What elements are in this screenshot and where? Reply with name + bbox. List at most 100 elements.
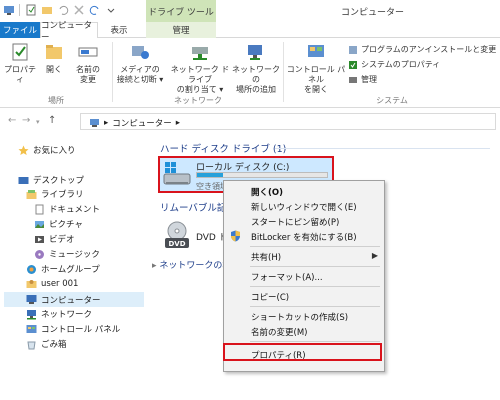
tab-manage[interactable]: 管理 (146, 22, 216, 38)
uninstall-icon (349, 45, 357, 54)
menu-item-create-shortcut[interactable]: ショートカットの作成(S) (251, 311, 348, 323)
picture-icon (34, 219, 45, 230)
open-icon (43, 41, 65, 63)
disk-usage-bar (196, 172, 328, 178)
svg-text:DVD: DVD (168, 240, 185, 248)
network-group: メディアの 接続と切断 ▾ ネットワーク ドライブ の割り当て ▾ ネットワーク… (113, 38, 283, 108)
tab-file[interactable]: ファイル (0, 22, 40, 38)
menu-separator (250, 341, 380, 342)
manage-label: 管理 (361, 75, 377, 84)
add-network-location-button[interactable]: ネットワークの 場所の追加 (231, 41, 281, 95)
menu-item-copy[interactable]: コピー(C) (251, 291, 289, 303)
uninstall-program-button[interactable]: プログラムのアンインストールと変更 (348, 44, 496, 55)
nav-item-documents[interactable]: ドキュメント (34, 203, 100, 215)
control-panel-icon (26, 324, 37, 335)
history-chevron-icon[interactable]: ▾ (36, 118, 40, 126)
path-input[interactable]: ▸ コンピューター ▸ (80, 113, 496, 130)
nav-item-label: ごみ箱 (41, 340, 67, 350)
nav-item-videos[interactable]: ビデオ (34, 233, 75, 245)
network-group-label: ネットワーク (174, 96, 222, 105)
star-icon (18, 145, 29, 156)
nav-item-control-panel[interactable]: コントロール パネル (26, 323, 120, 335)
hard-drive-icon (163, 162, 191, 185)
desktop-icon (18, 175, 29, 186)
computer-icon[interactable] (2, 3, 15, 16)
rename-button[interactable]: 名前の 変更 (70, 41, 106, 85)
recycle-bin-icon (26, 339, 37, 350)
menu-item-share[interactable]: 共有(H) (251, 251, 281, 263)
breadcrumb-computer[interactable]: コンピューター (112, 117, 172, 129)
media-label-1: メディアの (120, 65, 160, 74)
new-folder-icon[interactable] (40, 3, 53, 16)
nav-item-pictures[interactable]: ピクチャ (34, 218, 83, 230)
system-group: コントロール パネル を開く プログラムのアンインストールと変更 システムのプロ… (284, 38, 500, 108)
menu-item-format[interactable]: フォーマット(A)... (251, 271, 323, 283)
menu-item-pin-start[interactable]: スタートにピン留め(P) (251, 216, 339, 228)
system-properties-button[interactable]: システムのプロパティ (348, 59, 440, 70)
delete-icon[interactable] (72, 3, 85, 16)
nav-item-favorites[interactable]: お気に入り (18, 144, 76, 156)
control-panel-icon (305, 41, 327, 63)
menu-item-rename[interactable]: 名前の変更(M) (251, 326, 307, 338)
control-panel-label-2: を開く (304, 85, 328, 94)
up-icon[interactable]: ↑ (48, 115, 56, 126)
map-network-drive-button[interactable]: ネットワーク ドライブ の割り当て ▾ (167, 41, 233, 95)
submenu-arrow-icon: ▶ (371, 251, 378, 260)
nav-item-label: ドキュメント (49, 205, 101, 215)
library-icon (26, 189, 37, 200)
nav-item-recycle-bin[interactable]: ごみ箱 (26, 338, 67, 350)
properties-icon[interactable] (24, 3, 37, 16)
undo-icon[interactable] (56, 3, 69, 16)
location-group: プロパティ 開く 名前の 変更 場所 (0, 38, 112, 108)
nav-item-homegroup[interactable]: ホームグループ (26, 263, 100, 275)
dvd-drive-icon: DVD (165, 221, 189, 248)
properties-label: プロパティ (4, 65, 36, 84)
nav-item-label: ミュージック (49, 250, 100, 260)
ribbon: プロパティ 開く 名前の 変更 場所 メディアの 接続と切断 ▾ ネットワーク … (0, 38, 500, 108)
properties-button[interactable]: プロパティ (4, 41, 36, 85)
add-location-label-1: ネットワークの (232, 65, 280, 84)
video-icon (34, 234, 45, 245)
nav-item-computer[interactable]: コンピューター (4, 292, 144, 307)
menu-item-open[interactable]: 開く(O) (251, 186, 283, 198)
address-bar: ← → ▾ ↑ ▸ コンピューター ▸ (0, 109, 500, 133)
open-button[interactable]: 開く (42, 41, 66, 75)
nav-item-network[interactable]: ネットワーク (26, 308, 92, 320)
ribbon-tabs: ファイル コンピューター 表示 管理 (0, 21, 500, 43)
homegroup-icon (26, 264, 37, 275)
group-header-network[interactable]: ▸ ネットワークの場 (152, 258, 231, 271)
open-label: 開く (46, 65, 62, 74)
menu-item-bitlocker[interactable]: BitLocker を有効にする(B) (251, 231, 357, 243)
menu-item-open-new-window[interactable]: 新しいウィンドウで開く(E) (251, 201, 357, 213)
back-icon[interactable]: ← (8, 115, 16, 126)
open-control-panel-button[interactable]: コントロール パネル を開く (286, 41, 346, 95)
computer-icon (90, 119, 99, 127)
network-icon (26, 309, 37, 320)
toolbar-separator (19, 3, 20, 16)
tab-view[interactable]: 表示 (98, 22, 140, 38)
document-icon (34, 204, 45, 215)
shield-icon (231, 230, 240, 242)
nav-item-label: user 001 (41, 278, 79, 289)
nav-item-label: コントロール パネル (41, 325, 121, 335)
nav-item-label: ホームグループ (41, 265, 100, 275)
nav-item-libraries[interactable]: ライブラリ (26, 188, 84, 200)
menu-separator (250, 306, 380, 307)
forward-icon[interactable]: → (22, 115, 30, 126)
media-connect-button[interactable]: メディアの 接続と切断 ▾ (115, 41, 165, 85)
tab-computer[interactable]: コンピューター (40, 21, 98, 43)
manage-button[interactable]: 管理 (348, 74, 377, 85)
nav-item-music[interactable]: ミュージック (34, 248, 100, 260)
nav-item-label: コンピューター (41, 295, 101, 306)
media-label-2: 接続と切断 ▾ (116, 75, 164, 84)
nav-item-label: ビデオ (49, 235, 75, 245)
rename-label-2: 変更 (80, 75, 96, 84)
redo-icon[interactable] (88, 3, 101, 16)
nav-item-label: ネットワーク (41, 310, 93, 320)
uninstall-label: プログラムのアンインストールと変更 (361, 45, 497, 54)
group-header-hard-disk[interactable]: ハード ディスク ドライブ (1) (160, 141, 286, 155)
nav-item-desktop[interactable]: デスクトップ (18, 174, 84, 186)
nav-item-user[interactable]: user 001 (26, 278, 78, 289)
menu-separator (250, 266, 380, 267)
chevron-down-icon[interactable] (104, 3, 117, 16)
